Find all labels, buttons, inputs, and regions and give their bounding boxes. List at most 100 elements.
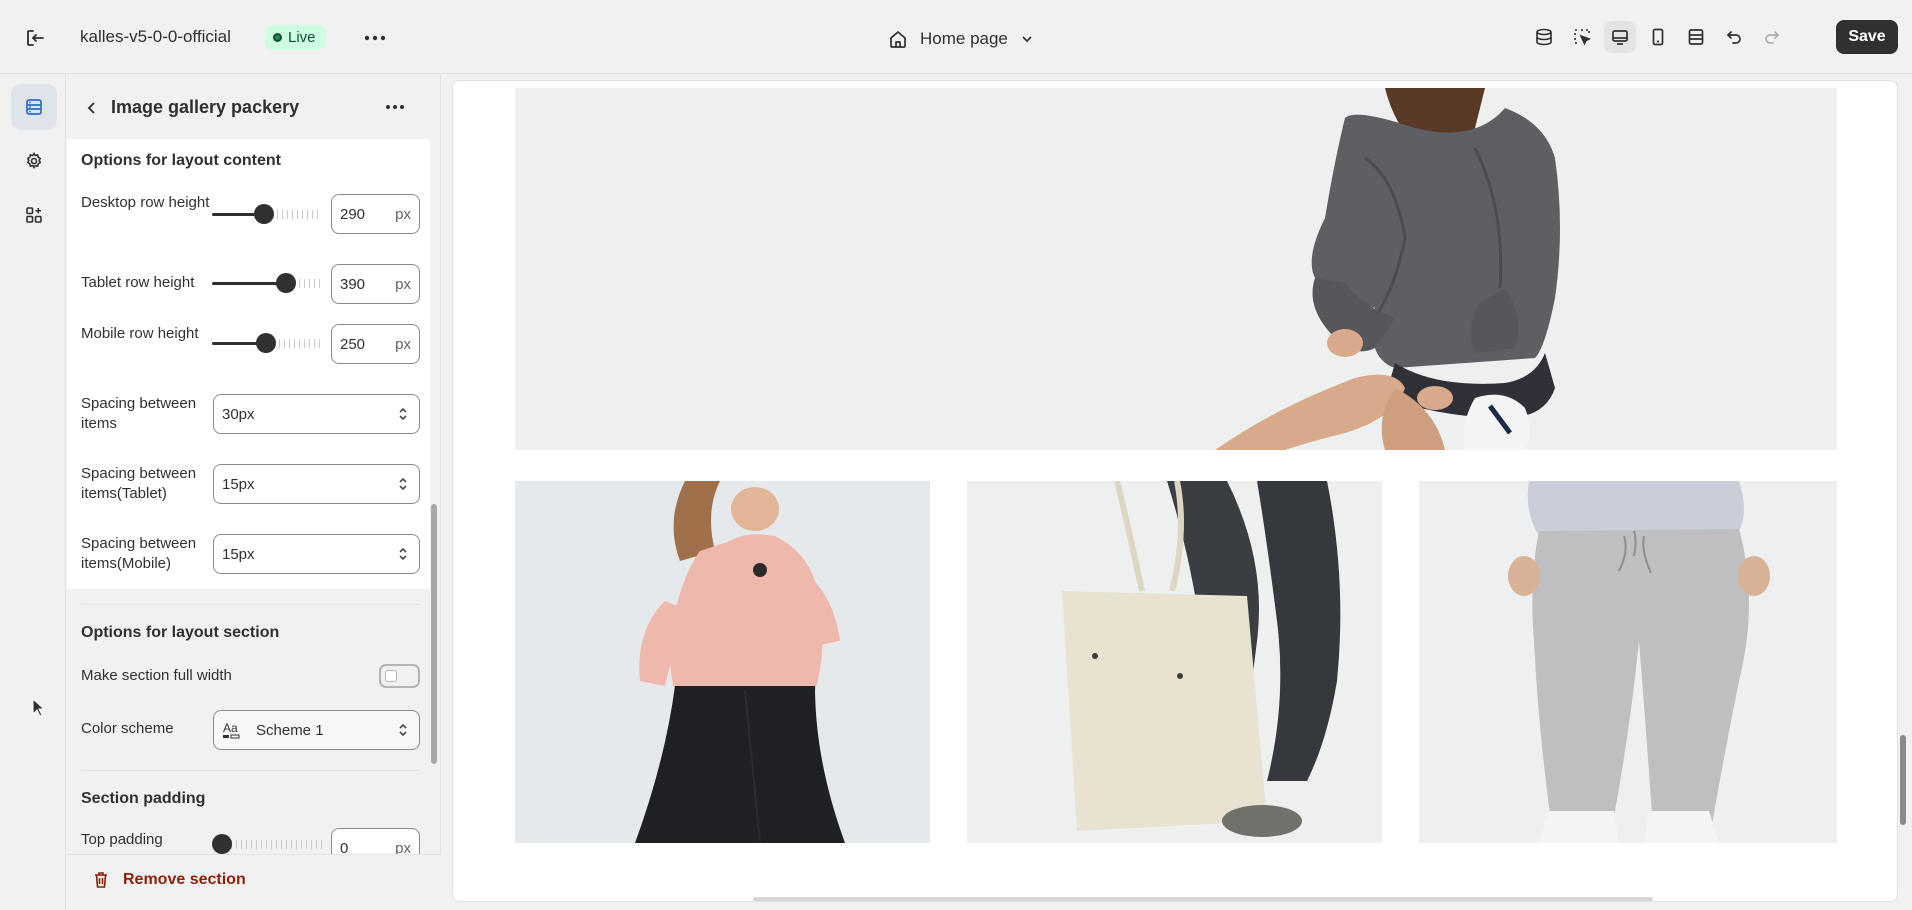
inspector-button[interactable] <box>1566 21 1598 53</box>
gear-icon <box>26 152 42 169</box>
select-arrows-icon <box>399 723 407 737</box>
top-padding-label: Top padding <box>81 831 163 848</box>
remove-bar: Remove section <box>67 854 441 910</box>
left-rail <box>0 74 66 910</box>
redo-button[interactable] <box>1756 21 1788 53</box>
mobile-row-height-slider[interactable] <box>212 333 322 353</box>
tablet-row-height-value: 390 <box>340 275 366 293</box>
select-cursor-icon <box>1574 29 1591 46</box>
section-padding-title: Section padding <box>81 790 206 807</box>
gallery-image-3[interactable] <box>967 481 1382 843</box>
preview-canvas <box>452 80 1898 902</box>
preview-horizontal-scrollbar[interactable] <box>753 897 1653 901</box>
spacing-items-tablet-value: 15px <box>222 475 255 493</box>
mobile-row-height-unit: px <box>395 335 411 353</box>
more-horizontal-icon <box>386 105 404 109</box>
desktop-icon <box>1612 30 1628 45</box>
spacing-items-select[interactable]: 30px <box>213 394 420 434</box>
remove-section-label: Remove section <box>123 871 246 888</box>
trash-icon <box>95 872 107 888</box>
chevron-left-icon <box>87 102 95 114</box>
ai-generate-button[interactable] <box>1528 21 1560 53</box>
fullscreen-view-button[interactable] <box>1680 21 1712 53</box>
svg-text:Aa: Aa <box>223 721 238 735</box>
tablet-row-height-unit: px <box>395 275 411 293</box>
gallery-image-2[interactable] <box>515 481 930 843</box>
select-arrows-icon <box>399 407 407 421</box>
page-selector[interactable]: Home page <box>888 25 1034 53</box>
slider-handle[interactable] <box>254 204 274 224</box>
color-scheme-select[interactable]: Aa Scheme 1 <box>213 710 420 750</box>
desktop-row-height-unit: px <box>395 205 411 223</box>
top-padding-row: Top padding 0 px <box>67 822 430 854</box>
editor-topbar: kalles-v5-0-0-official Live Home page Sa… <box>0 0 1912 74</box>
top-padding-input[interactable]: 0 px <box>331 828 420 854</box>
layout-section-title: Options for layout section <box>81 624 280 641</box>
slider-ticks <box>226 840 322 849</box>
settings-panel: Image gallery packery Options for layout… <box>67 74 441 910</box>
page-selector-label: Home page <box>920 29 1008 48</box>
full-width-label: Make section full width <box>81 667 232 684</box>
remove-section-button[interactable]: Remove section <box>93 871 246 889</box>
layout-content-heading: Options for layout content <box>81 152 281 169</box>
status-badge-label: Live <box>288 29 316 46</box>
desktop-row-height-input[interactable]: 290 px <box>331 194 420 234</box>
slider-handle[interactable] <box>276 273 296 293</box>
sections-tab[interactable] <box>11 84 57 130</box>
mobile-icon <box>1652 28 1664 46</box>
top-padding-slider[interactable] <box>212 834 322 854</box>
apps-tab[interactable] <box>11 192 57 238</box>
spacing-items-label: Spacing between items <box>81 395 197 432</box>
tablet-row-height-input[interactable]: 390 px <box>331 264 420 304</box>
panel-scrollbar[interactable] <box>431 504 437 764</box>
spacing-items-tablet-label: Spacing between items(Tablet) <box>81 465 197 502</box>
slider-handle[interactable] <box>256 333 276 353</box>
mobile-view-button[interactable] <box>1642 21 1674 53</box>
top-padding-unit: px <box>395 839 411 855</box>
divider <box>81 770 420 771</box>
slider-handle[interactable] <box>212 834 232 854</box>
layout-icon <box>1688 29 1704 45</box>
toolbar-icons <box>1528 21 1788 53</box>
spacing-items-tablet-select[interactable]: 15px <box>213 464 420 504</box>
desktop-view-button[interactable] <box>1604 21 1636 53</box>
save-button[interactable]: Save <box>1836 20 1898 54</box>
image-gallery-section[interactable] <box>511 84 1841 856</box>
exit-button[interactable] <box>20 25 50 51</box>
slider-ticks <box>272 210 322 219</box>
panel-header: Image gallery packery <box>67 74 441 138</box>
store-more-button[interactable] <box>360 24 390 52</box>
top-padding-value: 0 <box>340 839 349 855</box>
live-dot-icon <box>273 33 282 42</box>
undo-icon <box>1726 31 1741 44</box>
divider <box>81 604 420 605</box>
desktop-row-height-slider[interactable] <box>212 204 322 224</box>
sparkle-db-icon <box>1536 28 1552 46</box>
theme-settings-tab[interactable] <box>11 138 57 184</box>
tablet-row-height-slider[interactable] <box>212 273 322 293</box>
model-grey-joggers-image <box>1419 481 1837 843</box>
page-scrollbar[interactable] <box>1900 735 1906 825</box>
full-width-toggle[interactable] <box>379 664 420 688</box>
back-button[interactable] <box>77 94 107 122</box>
chevron-down-icon <box>1022 36 1032 43</box>
gallery-image-4[interactable] <box>1419 481 1837 843</box>
store-name: kalles-v5-0-0-official <box>80 27 231 46</box>
sections-icon <box>26 99 42 115</box>
desktop-row-height-value: 290 <box>340 205 366 223</box>
toggle-knob <box>385 670 397 682</box>
undo-button[interactable] <box>1718 21 1750 53</box>
spacing-items-mobile-select[interactable]: 15px <box>213 534 420 574</box>
home-icon <box>890 31 906 48</box>
model-tote-bag-image <box>967 481 1382 843</box>
tablet-row-height-label: Tablet row height <box>81 274 195 291</box>
section-more-button[interactable] <box>379 92 411 122</box>
gallery-image-1[interactable] <box>515 88 1837 450</box>
model-grey-sweatshirt-image <box>515 88 1837 450</box>
spacing-items-value: 30px <box>222 405 255 423</box>
mobile-row-height-input[interactable]: 250 px <box>331 324 420 364</box>
apps-icon <box>26 207 42 223</box>
panel-title: Image gallery packery <box>111 97 300 117</box>
color-scheme-label: Color scheme <box>81 720 174 737</box>
slider-ticks <box>274 339 322 348</box>
